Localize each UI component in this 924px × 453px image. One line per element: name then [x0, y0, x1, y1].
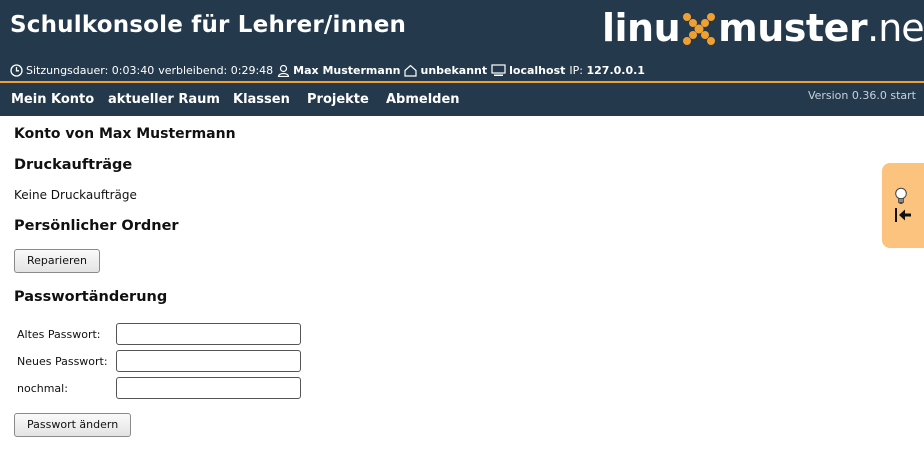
help-side-tab[interactable] [882, 163, 924, 248]
repeat-password-field[interactable] [116, 377, 301, 399]
session-ip-value: 127.0.0.1 [586, 64, 645, 77]
session-duration-label: Sitzungsdauer: [26, 64, 109, 77]
lightbulb-icon [895, 187, 907, 204]
password-heading: Passwortänderung [14, 289, 168, 305]
account-title: Konto von Max Mustermann [14, 126, 236, 142]
session-user: Max Mustermann [293, 64, 401, 77]
folder-heading: Persönlicher Ordner [14, 218, 179, 234]
print-jobs-text: Keine Druckaufträge [14, 188, 137, 202]
nav-item-abmelden[interactable]: Abmelden [386, 92, 460, 107]
session-host: localhost [509, 64, 566, 77]
old-password-field[interactable] [116, 323, 301, 345]
nav-item-projekte[interactable]: Projekte [307, 92, 369, 107]
logo-part-muster: muster [718, 6, 868, 50]
main-nav: Mein Konto aktueller Raum Klassen Projek… [0, 83, 924, 116]
repair-button[interactable]: Reparieren [14, 249, 101, 273]
old-password-label: Altes Passwort: [17, 328, 101, 341]
session-status: Sitzungsdauer: 0:03:40 verbleibend: 0:29:… [10, 62, 910, 80]
home-icon [404, 64, 418, 77]
new-password-field[interactable] [116, 350, 301, 372]
logo-x-mark [683, 13, 716, 45]
print-jobs-heading: Druckaufträge [14, 157, 133, 173]
version-label: Version 0.36.0 start [807, 89, 916, 102]
repeat-password-label: nochmal: [17, 382, 68, 395]
logo-part-linu: linu [602, 6, 681, 50]
session-ip-label: IP: [569, 64, 583, 77]
logo-part-net: .net [867, 6, 924, 50]
nav-item-klassen[interactable]: Klassen [233, 92, 290, 107]
session-remaining-label: verbleibend: [158, 64, 228, 77]
session-room: unbekannt [420, 64, 488, 77]
nav-item-aktueller-raum[interactable]: aktueller Raum [108, 92, 220, 107]
logo: linu muster.net [602, 6, 924, 50]
computer-icon [491, 64, 506, 76]
session-remaining-value: 0:29:48 [230, 64, 274, 77]
session-duration-value: 0:03:40 [111, 64, 155, 77]
clock-icon [10, 64, 23, 77]
new-password-label: Neues Passwort: [17, 355, 108, 368]
collapse-left-icon [895, 208, 911, 222]
user-icon [278, 64, 290, 77]
app-title: Schulkonsole für Lehrer/innen [10, 12, 407, 38]
header: Schulkonsole für Lehrer/innen linu muste… [0, 0, 924, 82]
change-password-button[interactable]: Passwort ändern [14, 413, 132, 437]
nav-item-mein-konto[interactable]: Mein Konto [11, 92, 94, 107]
